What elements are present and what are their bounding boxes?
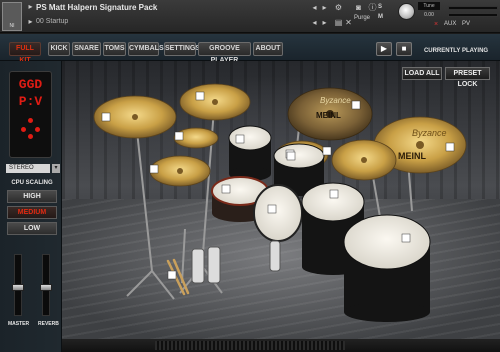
resize-grip[interactable] xyxy=(155,341,345,350)
tab-settings[interactable]: SETTINGS xyxy=(164,42,200,56)
kick-pedals xyxy=(191,240,281,284)
china-marker xyxy=(445,142,455,152)
play-button[interactable]: ▶ xyxy=(376,42,392,56)
next-snapshot-icon[interactable]: ▸ xyxy=(320,19,329,27)
level-meter-right xyxy=(448,13,498,17)
kick-drum xyxy=(253,184,303,242)
delete-icon[interactable]: ✕ xyxy=(344,19,353,27)
cpu-scaling-label: CPU SCALING xyxy=(11,180,53,186)
snare-marker xyxy=(221,184,231,194)
china-brand-label: Byzance xyxy=(412,128,447,138)
reverb-label: REVERB xyxy=(38,321,59,327)
prev-arrow-icon[interactable]: ◂ xyxy=(310,4,319,12)
logo-dot xyxy=(35,127,40,132)
reverb-fader-handle[interactable] xyxy=(40,284,52,292)
prev-snapshot-icon[interactable]: ◂ xyxy=(310,19,319,27)
cpu-medium-button[interactable]: MEDIUM xyxy=(7,206,57,219)
cpu-low-button[interactable]: LOW xyxy=(7,222,57,235)
load-all-button[interactable]: LOAD ALL xyxy=(402,67,442,80)
camera-icon[interactable]: ◙ xyxy=(354,4,363,12)
snapshot-name[interactable]: 00 Startup xyxy=(36,18,68,25)
preset-lock-button[interactable]: PRESET LOCK xyxy=(445,67,490,88)
instrument-icon[interactable]: NI xyxy=(2,2,22,31)
master-fader-handle[interactable] xyxy=(12,284,24,292)
logo-line-1: GGD xyxy=(18,77,43,92)
now-playing-label: CURRENTLY PLAYING xyxy=(423,48,489,54)
snapshot-arrow-icon[interactable]: ▸ xyxy=(26,18,35,26)
rack-tom-2-marker xyxy=(286,151,296,161)
china-brand-logo: MEINL xyxy=(398,151,427,161)
save-icon[interactable]: ▤ xyxy=(334,19,343,27)
rack-tom-1 xyxy=(228,125,272,181)
logo-dot xyxy=(21,127,26,132)
stop-button[interactable]: ■ xyxy=(396,42,412,56)
logo-line-2: P:V xyxy=(18,94,43,109)
pedal-marker xyxy=(167,270,177,280)
tab-full-kit[interactable]: FULL KIT xyxy=(9,42,41,64)
midi-icon[interactable]: ⚙ xyxy=(334,4,343,12)
info-icon[interactable]: ⓘ xyxy=(368,4,377,12)
hihat-marker xyxy=(149,164,159,174)
level-meter-left xyxy=(448,6,498,10)
floor-tom-2 xyxy=(343,214,431,322)
tab-groove-player[interactable]: GROOVE PLAYER xyxy=(198,42,251,64)
kick-marker xyxy=(267,204,277,214)
ride-brand-label: Byzance xyxy=(320,96,351,105)
ride-marker xyxy=(351,100,361,110)
floor-tom-1-marker xyxy=(329,189,339,199)
solo-button[interactable]: S xyxy=(378,4,382,10)
crash-mid-right-marker xyxy=(322,146,332,156)
tab-kick[interactable]: KICK xyxy=(48,42,70,56)
next-arrow-icon[interactable]: ▸ xyxy=(320,4,329,12)
expand-arrow-icon[interactable]: ▸ xyxy=(26,3,35,11)
tab-about[interactable]: ABOUT xyxy=(253,42,283,56)
crash-left-marker xyxy=(101,112,111,122)
floor-tom-2-marker xyxy=(401,233,411,243)
tune-value[interactable]: 0.00 xyxy=(418,12,440,19)
crash-center-marker xyxy=(195,91,205,101)
drum-kit: Byzance MEINL Byzance MEINL xyxy=(93,83,467,322)
master-label: MASTER xyxy=(8,321,30,327)
output-select[interactable]: STEREO xyxy=(6,164,50,173)
tab-snare[interactable]: SNARE xyxy=(72,42,101,56)
chevron-down-icon[interactable]: ▾ xyxy=(52,164,60,173)
tune-label: Tune xyxy=(418,2,440,10)
splash-marker xyxy=(174,131,184,141)
pv-button[interactable]: PV xyxy=(462,21,470,27)
purge-button[interactable]: Purge xyxy=(354,15,370,21)
kit-stage: Byzance MEINL Byzance MEINL xyxy=(62,61,500,339)
kontakt-header: NI ▸ ▸ PS Matt Halpern Signature Pack 00… xyxy=(0,0,500,33)
rack-tom-1-marker xyxy=(235,134,245,144)
cpu-high-button[interactable]: HIGH xyxy=(7,190,57,203)
instrument-title: PS Matt Halpern Signature Pack xyxy=(36,3,158,12)
tune-knob[interactable] xyxy=(398,3,415,20)
logo-dot xyxy=(28,134,33,139)
tab-cymbals[interactable]: CYMBALS xyxy=(128,42,164,56)
app-window: NI ▸ ▸ PS Matt Halpern Signature Pack 00… xyxy=(0,0,500,352)
tab-toms[interactable]: TOMS xyxy=(103,42,126,56)
close-icon[interactable]: × xyxy=(434,21,438,28)
mute-button[interactable]: M xyxy=(378,14,383,20)
logo-dot xyxy=(28,118,33,123)
aux-button[interactable]: AUX xyxy=(444,21,456,27)
ride-brand-logo: MEINL xyxy=(316,111,341,120)
